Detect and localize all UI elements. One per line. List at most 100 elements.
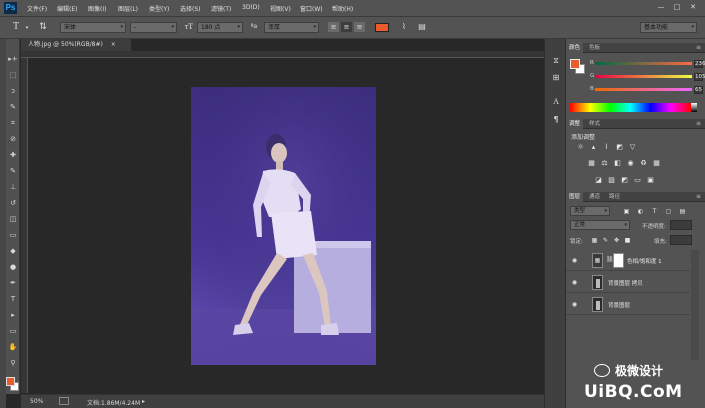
menu-type[interactable]: 类型(Y) [149, 4, 169, 13]
zoom-level[interactable]: 50% [30, 398, 43, 405]
layer-row[interactable]: ◉ 背景图层 拷贝 [566, 272, 690, 293]
vibrance-icon[interactable]: ▽ [628, 143, 637, 152]
visibility-eye-icon[interactable]: ◉ [570, 256, 579, 265]
tab-channels[interactable]: 通道 [586, 192, 603, 202]
opacity-input[interactable] [670, 220, 692, 230]
tab-adjustments[interactable]: 调整 [566, 119, 584, 129]
lock-pixels-icon[interactable]: ✎ [601, 236, 610, 245]
move-tool-icon[interactable]: ▸+ [7, 53, 19, 65]
layer-filter-select[interactable]: 类型 ▾ [570, 206, 610, 216]
tab-paths[interactable]: 路径 [606, 192, 623, 202]
visibility-eye-icon[interactable]: ◉ [570, 278, 579, 287]
filter-pixel-icon[interactable]: ▣ [622, 207, 631, 216]
menu-edit[interactable]: 编辑(E) [57, 4, 77, 13]
menu-window[interactable]: 窗口(W) [300, 4, 323, 13]
paragraph-panel-icon[interactable]: ¶ [550, 115, 562, 125]
dodge-tool-icon[interactable]: ● [7, 261, 19, 273]
layer-mask-thumbnail[interactable] [613, 253, 624, 268]
clone-stamp-tool-icon[interactable]: ⊥ [7, 181, 19, 193]
layers-scrollbar[interactable] [691, 250, 699, 360]
status-menu-icon[interactable]: ▸ [142, 398, 145, 405]
filter-adjust-icon[interactable]: ◐ [636, 207, 645, 216]
tab-layers[interactable]: 图层 [566, 192, 584, 202]
shape-tool-icon[interactable]: ▭ [7, 325, 19, 337]
filter-smart-icon[interactable]: ▤ [678, 207, 687, 216]
filter-type-icon[interactable]: T [650, 207, 659, 216]
close-button[interactable]: ✕ [687, 3, 699, 12]
history-panel-icon[interactable]: ⧖ [550, 56, 562, 66]
eyedropper-tool-icon[interactable]: ⊘ [7, 133, 19, 145]
healing-brush-tool-icon[interactable]: ✚ [7, 149, 19, 161]
green-value[interactable]: 105 [694, 73, 705, 81]
panel-menu-icon[interactable]: ≡ [693, 192, 704, 202]
layer-row[interactable]: ◉ ▦ ⛓ 色相/饱和度 1 [566, 250, 690, 271]
tab-swatches[interactable]: 色板 [586, 43, 603, 53]
brush-tool-icon[interactable]: ✎ [7, 165, 19, 177]
history-brush-tool-icon[interactable]: ↺ [7, 197, 19, 209]
menu-image[interactable]: 图像(I) [88, 4, 106, 13]
warp-text-icon[interactable]: ⌇ [398, 22, 410, 32]
type-tool-icon[interactable]: T [7, 293, 19, 305]
curves-icon[interactable]: ⌇ [602, 143, 611, 152]
toolbar-foreground-swatch[interactable] [6, 377, 15, 386]
close-tab-icon[interactable]: × [111, 41, 116, 48]
text-color-swatch[interactable] [375, 23, 389, 32]
gradient-tool-icon[interactable]: ▭ [7, 229, 19, 241]
workspace-select[interactable]: 基本功能 ▾ [640, 22, 697, 33]
color-balance-icon[interactable]: ⚖ [600, 159, 609, 168]
path-select-tool-icon[interactable]: ▸ [7, 309, 19, 321]
layer-name[interactable]: 背景图层 拷贝 [608, 279, 643, 287]
color-spectrum-bar[interactable] [570, 103, 691, 112]
red-slider[interactable] [595, 62, 692, 65]
quick-select-tool-icon[interactable]: ✎ [7, 101, 19, 113]
lock-position-icon[interactable]: ✥ [612, 236, 621, 245]
align-center-button[interactable]: ≡ [341, 22, 352, 32]
blur-tool-icon[interactable]: ◆ [7, 245, 19, 257]
threshold-icon[interactable]: ◩ [620, 176, 629, 185]
menu-select[interactable]: 选择(S) [180, 4, 201, 13]
selective-color-icon[interactable]: ▣ [646, 176, 655, 185]
menu-view[interactable]: 视图(V) [270, 4, 291, 13]
pen-tool-icon[interactable]: ✒ [7, 277, 19, 289]
green-slider[interactable] [595, 75, 692, 78]
red-value[interactable]: 236 [694, 60, 705, 68]
filter-shape-icon[interactable]: ▢ [664, 207, 673, 216]
visibility-eye-icon[interactable]: ◉ [570, 300, 579, 309]
status-icon[interactable] [59, 397, 69, 405]
layer-name[interactable]: 背景图层 [608, 301, 630, 309]
blend-mode-select[interactable]: 正常 ▾ [570, 220, 630, 230]
grayscale-bar[interactable] [691, 103, 697, 112]
lock-transparent-icon[interactable]: ▦ [590, 236, 599, 245]
minimize-button[interactable]: — [655, 3, 667, 12]
panel-menu-icon[interactable]: ≡ [693, 119, 704, 129]
hand-tool-icon[interactable]: ✋ [7, 341, 19, 353]
character-panel-icon[interactable]: A [550, 97, 562, 107]
channel-mixer-icon[interactable]: ♻ [639, 159, 648, 168]
layer-row[interactable]: ◉ 背景图层 [566, 294, 690, 315]
eraser-tool-icon[interactable]: ◫ [7, 213, 19, 225]
crop-tool-icon[interactable]: ⌗ [7, 117, 19, 129]
invert-icon[interactable]: ◪ [594, 176, 603, 185]
tab-color[interactable]: 颜色 [566, 43, 584, 53]
black-white-icon[interactable]: ◧ [613, 159, 622, 168]
gradient-map-icon[interactable]: ▭ [633, 176, 642, 185]
menu-file[interactable]: 文件(F) [27, 4, 47, 13]
properties-panel-icon[interactable]: ⊞ [550, 73, 562, 83]
document-image[interactable] [191, 87, 376, 365]
blue-value[interactable]: 65 [694, 86, 703, 94]
document-tab[interactable]: 人物.jpg @ 50%(RGB/8#) × [21, 39, 131, 51]
maximize-button[interactable]: □ [671, 3, 683, 12]
type-tool-preset-icon[interactable]: T [10, 22, 22, 32]
menu-3d[interactable]: 3D(D) [242, 4, 260, 11]
menu-filter[interactable]: 滤镜(T) [211, 4, 231, 13]
hue-saturation-icon[interactable]: ▦ [587, 159, 596, 168]
anti-alias-select[interactable]: 浑厚 ▾ [264, 22, 319, 33]
brightness-icon[interactable]: ☼ [576, 143, 585, 152]
exposure-icon[interactable]: ◩ [615, 143, 624, 152]
menu-help[interactable]: 帮助(H) [332, 4, 353, 13]
menu-layer[interactable]: 图层(L) [118, 4, 138, 13]
font-style-select[interactable]: - ▾ [130, 22, 177, 33]
photo-filter-icon[interactable]: ◉ [626, 159, 635, 168]
character-panel-icon[interactable]: ▤ [416, 22, 428, 32]
orientation-toggle-icon[interactable]: ⇅ [37, 22, 49, 32]
